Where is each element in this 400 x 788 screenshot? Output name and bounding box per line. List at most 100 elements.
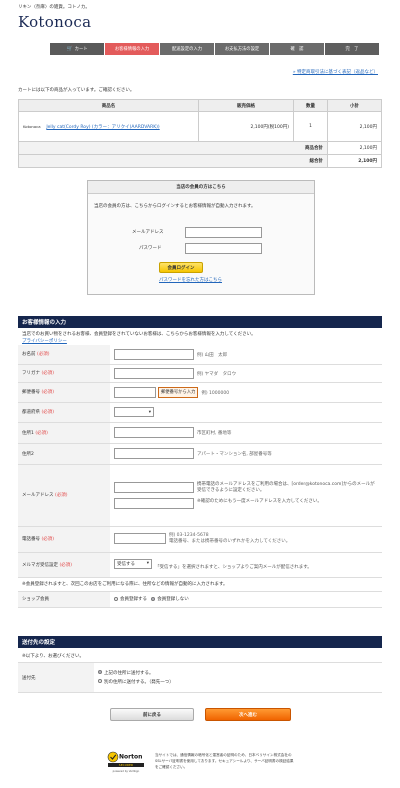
zip-label-cell: 郵便番号 (必須) bbox=[18, 382, 110, 403]
back-button[interactable]: 前に戻る bbox=[110, 708, 194, 721]
email-input[interactable] bbox=[114, 481, 194, 493]
tel-note: 電話番号、または携帯番号のいずれかを入力してください。 bbox=[169, 539, 291, 544]
tel-label-cell: 電話番号 (必須) bbox=[18, 526, 110, 553]
cart-item-row: Kotonoca Jelly cat(Cordy Roy) (カラー：アリクイ(… bbox=[18, 111, 382, 142]
newsletter-label: メルマガ受信設定 bbox=[22, 562, 58, 568]
site-logo[interactable]: Kotonoca bbox=[18, 13, 91, 31]
norton-seal-icon: Norton SECURED powered by VeriSign bbox=[106, 749, 146, 775]
login-email-label: メールアドレス bbox=[132, 230, 164, 235]
furigana-input[interactable] bbox=[114, 367, 194, 379]
step-delivery: 配送設定の入力 bbox=[160, 43, 214, 55]
address1-input[interactable] bbox=[114, 427, 194, 438]
zip-hint: 例) 1000000 bbox=[201, 390, 230, 396]
addr2-hint: アパート・マンション名, 部屋番号等 bbox=[197, 452, 272, 457]
member-no-register-radio[interactable] bbox=[151, 596, 156, 601]
shipping-header: 送付先の設定 bbox=[18, 636, 382, 648]
email-confirm-note: ※確認のためにもう一度メールアドレスを入力してください。 bbox=[197, 498, 322, 504]
product-total-label: 商品合計 bbox=[18, 141, 328, 155]
tel-label: 電話番号 bbox=[22, 537, 40, 542]
tel-input[interactable] bbox=[114, 533, 166, 544]
zip-label: 郵便番号 bbox=[22, 390, 40, 395]
furigana-label: フリガナ bbox=[22, 371, 40, 376]
norton-powered: powered by VeriSign bbox=[113, 769, 140, 773]
pref-label: 都道府県 bbox=[22, 410, 40, 415]
prefecture-select[interactable]: ▾ bbox=[114, 407, 154, 417]
member-no-register-label: 会員登録しない bbox=[157, 597, 189, 602]
login-note: 当店の会員の方は、こちらからログインするとお客様情報が自動入力されます。 bbox=[94, 204, 256, 209]
ship-same-address-radio[interactable] bbox=[98, 670, 102, 674]
step-cart: 🛒 カート bbox=[50, 43, 104, 55]
step-payment: お支払方法の設定 bbox=[215, 43, 269, 55]
newsletter-label-cell: メルマガ受信設定 (必須) bbox=[18, 552, 110, 578]
zip-input[interactable] bbox=[114, 386, 156, 398]
col-product: 商品名 bbox=[18, 99, 199, 112]
zip-lookup-button[interactable]: 郵便番号から入力 bbox=[158, 386, 199, 398]
item-name-link[interactable]: Jelly cat(Cordy Roy) (カラー：アリクイ(AARDVARK)… bbox=[46, 125, 159, 130]
furigana-label-cell: フリガナ (必須) bbox=[18, 364, 110, 383]
col-price: 販売価格 bbox=[198, 99, 294, 112]
email-note: 携帯電話のメールアドレスをご利用の場合は、[order@kotonoca.com… bbox=[197, 481, 375, 493]
step-confirm: 確 認 bbox=[270, 43, 324, 55]
furigana-hint: 例) ヤマダ タロウ bbox=[197, 371, 237, 377]
checkout-steps: 🛒 カート お客様情報の入力 配送設定の入力 お支払方法の設定 確 認 完 了 bbox=[50, 43, 380, 55]
pref-label-cell: 都道府県 (必須) bbox=[18, 402, 110, 423]
item-brand: Kotonoca bbox=[23, 123, 41, 129]
member-login-box: 当店の会員の方はこちら 当店の会員の方は、こちらからログインするとお客様情報が自… bbox=[87, 180, 315, 295]
product-total: 2,100円 bbox=[327, 141, 382, 155]
required-mark: (必須) bbox=[35, 430, 48, 436]
required-mark: (必須) bbox=[59, 562, 72, 568]
dropdown-arrow-icon: ▾ bbox=[146, 561, 149, 566]
item-subtotal: 2,100円 bbox=[327, 111, 382, 142]
required-mark: (必須) bbox=[41, 410, 54, 415]
privacy-policy-link[interactable]: プライバシーポリシー bbox=[22, 339, 67, 344]
customer-info-header: お客様情報の入力 bbox=[18, 316, 382, 328]
login-password-input[interactable] bbox=[185, 243, 262, 254]
next-button[interactable]: 次へ進む bbox=[205, 708, 291, 721]
forgot-password-link[interactable]: パスワードを忘れた方はこちら bbox=[159, 277, 222, 283]
norton-secured: SECURED bbox=[119, 763, 134, 767]
login-email-input[interactable] bbox=[185, 227, 262, 238]
grand-total: 2,100円 bbox=[327, 154, 382, 168]
legal-notice-link[interactable]: » 特定商取引法に基づく表記（返品など） bbox=[293, 69, 378, 75]
cart-icon: 🛒 bbox=[66, 46, 73, 52]
name-hint: 例) 山田 太郎 bbox=[197, 352, 228, 358]
dropdown-arrow-icon: ▾ bbox=[148, 409, 151, 415]
customer-form: お名前 (必須) 例) 山田 太郎 フリガナ (必須) 例) ヤマダ タロウ 郵… bbox=[18, 345, 382, 608]
col-subtotal: 小計 bbox=[327, 99, 382, 112]
cart-item-product: Kotonoca Jelly cat(Cordy Roy) (カラー：アリクイ(… bbox=[18, 111, 199, 142]
required-mark: (必須) bbox=[41, 390, 54, 395]
shop-member-label: ショップ会員 bbox=[18, 591, 110, 608]
newsletter-select[interactable]: 受信する ▾ bbox=[114, 558, 152, 569]
member-login-button[interactable]: 会員ログイン bbox=[159, 262, 203, 273]
addr1-label: 住所1 bbox=[22, 430, 34, 436]
address2-input[interactable] bbox=[114, 448, 194, 459]
required-mark: (必須) bbox=[41, 371, 54, 376]
norton-seal[interactable]: Norton SECURED powered by VeriSign bbox=[106, 749, 146, 775]
email-label: メールアドレス bbox=[22, 493, 54, 498]
ship-other-address-label: 別の住所に送付する。（発先一つ） bbox=[104, 679, 174, 685]
email-confirm-input[interactable] bbox=[114, 497, 194, 509]
ssl-note: 当サイトでは、通信情報の暗号化と運営者の証明のため、日本ベリサイン株式会社のSS… bbox=[155, 753, 294, 769]
member-register-radio[interactable] bbox=[114, 596, 118, 601]
name-label: お名前 bbox=[22, 352, 36, 358]
item-qty: 1 bbox=[293, 111, 328, 142]
item-price: 2,100円(税100円) bbox=[198, 111, 294, 142]
login-password-label: パスワード bbox=[139, 246, 162, 251]
customer-info-note: 当店でのお買い物をされるお客様、会員登録をされていないお客様は、こちらからお客様… bbox=[22, 332, 256, 344]
required-mark: (必須) bbox=[54, 493, 68, 498]
newsletter-note: 「受信する」を選択されますと、ショップよりご案内メールが配信されます。 bbox=[155, 564, 312, 570]
name-label-cell: お名前 (必須) bbox=[18, 345, 110, 365]
email-label-cell: メールアドレス (必須) bbox=[18, 464, 110, 527]
addr2-label-cell: 住所2 bbox=[18, 443, 110, 465]
name-input[interactable] bbox=[114, 348, 194, 360]
cart-note: カートには以下の商品が入っています。ご確認ください。 bbox=[18, 88, 135, 93]
col-qty: 数量 bbox=[293, 99, 328, 112]
shipping-table: 送付先 上記の住所に送付する。 別の住所に送付する。（発先一つ） bbox=[18, 662, 382, 693]
required-mark: (必須) bbox=[36, 352, 50, 358]
addr1-label-cell: 住所1 (必須) bbox=[18, 422, 110, 444]
norton-brand: Norton bbox=[119, 754, 142, 761]
shipping-note: ※以下より、お選びください。 bbox=[22, 654, 84, 659]
addr1-hint: 市区町村, 番地等 bbox=[197, 431, 232, 436]
grand-total-label: 総合計 bbox=[18, 154, 328, 168]
ship-other-address-radio[interactable] bbox=[98, 679, 102, 683]
